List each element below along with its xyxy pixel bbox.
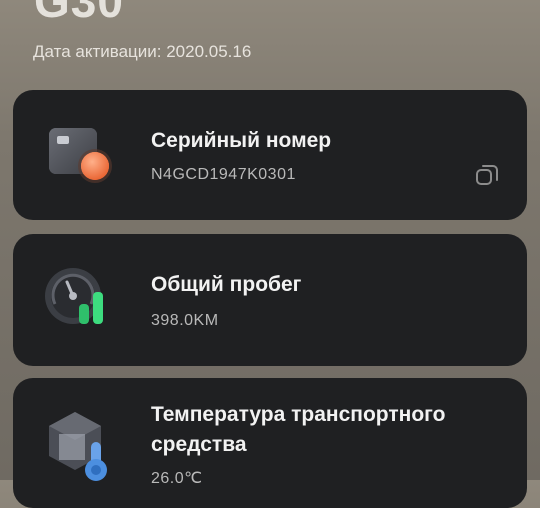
model-title: G30 — [34, 0, 124, 27]
mileage-card[interactable]: Общий пробег 398.0KM — [13, 234, 527, 366]
thermometer-icon — [45, 408, 115, 483]
activation-date: Дата активации: 2020.05.16 — [33, 42, 252, 61]
mileage-value: 398.0KM — [151, 312, 219, 329]
speedometer-icon — [43, 266, 113, 330]
temperature-card[interactable]: Температура транспортного средства 26.0℃ — [13, 378, 527, 508]
temperature-value: 26.0℃ — [151, 470, 203, 487]
copy-icon[interactable] — [473, 162, 501, 190]
serial-number-label: Серийный номер — [151, 129, 332, 152]
temperature-label: Температура транспортного средства — [151, 403, 446, 456]
mileage-label: Общий пробег — [151, 273, 302, 296]
serial-number-card[interactable]: Серийный номер N4GCD1947K0301 — [13, 90, 527, 220]
serial-number-value: N4GCD1947K0301 — [151, 166, 296, 183]
serial-card-icon — [47, 126, 117, 186]
